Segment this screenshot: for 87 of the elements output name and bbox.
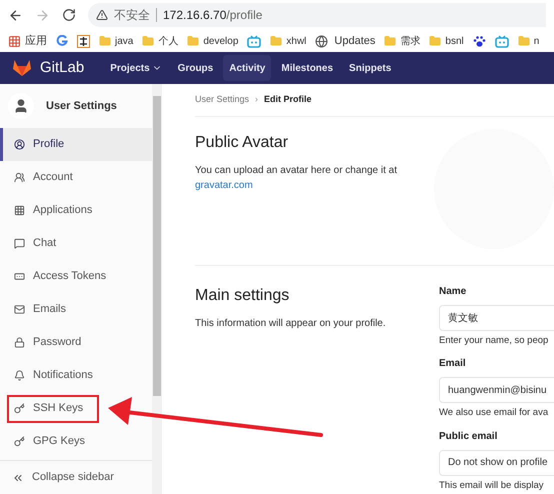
- folder-icon: [384, 35, 396, 47]
- sidebar-label: Applications: [33, 203, 92, 218]
- nav-link[interactable]: Activity: [223, 55, 272, 81]
- sidebar-label: Notifications: [33, 368, 93, 384]
- nav-link[interactable]: Groups: [172, 55, 220, 81]
- field-label: Email: [439, 357, 467, 372]
- user-circle-icon: [14, 139, 25, 150]
- key-icon: [14, 403, 25, 414]
- nav-link[interactable]: Snippets: [343, 55, 398, 81]
- fox-logo-icon: [12, 59, 32, 77]
- section-title: Public Avatar: [195, 133, 290, 153]
- field-label: Name: [439, 285, 468, 299]
- breadcrumb-link[interactable]: User Settings: [195, 93, 250, 107]
- sidebar-title: User Settings: [46, 98, 117, 114]
- sidebar-label: SSH Keys: [33, 401, 84, 416]
- sidebar-item[interactable]: Notifications: [0, 359, 152, 392]
- help-text: Enter your name, so peop: [439, 334, 550, 348]
- key-icon: [14, 436, 25, 447]
- lock-icon: [14, 337, 25, 348]
- brand-name[interactable]: GitLab: [40, 56, 84, 80]
- input-field[interactable]: Do not show on profile: [439, 450, 554, 476]
- tv-icon[interactable]: [247, 34, 262, 48]
- nav-link[interactable]: Milestones: [275, 55, 340, 81]
- address-bar[interactable]: 不安全 172.16.6.70/profile: [88, 3, 546, 27]
- folder-icon: [429, 35, 442, 47]
- section-text: This information will appear on your profile.: [195, 317, 387, 331]
- nav-link[interactable]: Projects: [104, 55, 168, 81]
- avatar: [8, 93, 34, 119]
- email-icon: [14, 304, 25, 315]
- paw-icon[interactable]: [472, 34, 486, 48]
- scrollbar[interactable]: [152, 84, 162, 494]
- bookmark[interactable]: 需求: [400, 34, 420, 48]
- bookmark[interactable]: 应用: [25, 32, 47, 50]
- sidebar-label: Emails: [33, 302, 66, 318]
- sidebar-item[interactable]: Access Tokens: [0, 260, 152, 293]
- sidebar-item[interactable]: Applications: [0, 194, 152, 227]
- bookmark[interactable]: 个人: [158, 34, 178, 48]
- bookmark-icon[interactable]: [77, 34, 90, 48]
- google-icon[interactable]: [56, 35, 68, 47]
- sidebar-item[interactable]: Password: [0, 326, 152, 359]
- tv-icon[interactable]: [494, 34, 509, 48]
- bell-icon: [14, 370, 25, 381]
- breadcrumb-separator: ›: [255, 93, 258, 106]
- field-label: Public email: [439, 430, 498, 444]
- sidebar-item[interactable]: SSH Keys: [0, 392, 152, 425]
- input-field[interactable]: huangwenmin@bisinu: [439, 377, 554, 404]
- warning-icon: [96, 9, 108, 21]
- bookmark[interactable]: n: [534, 34, 540, 48]
- sidebar-item[interactable]: GPG Keys: [0, 425, 152, 458]
- bookmark[interactable]: xhwl: [286, 34, 306, 48]
- sidebar-label: Account: [33, 170, 73, 186]
- apps-icon: [8, 34, 21, 48]
- bookmark[interactable]: Updates: [334, 32, 376, 50]
- folder-icon: [270, 35, 282, 47]
- sidebar-item[interactable]: Account: [0, 161, 152, 194]
- folder-icon: [142, 35, 154, 47]
- section-text: You can upload an avatar here or change it at gravatar.com: [195, 164, 398, 193]
- bookmark[interactable]: develop: [203, 34, 238, 48]
- input-field[interactable]: 黄文敏: [439, 305, 554, 331]
- sidebar-item[interactable]: Emails: [0, 293, 152, 326]
- help-text: This email will be display: [439, 478, 545, 492]
- sidebar-label: GPG Keys: [33, 434, 85, 450]
- folder-icon: [99, 35, 111, 47]
- security-label: 不安全: [114, 7, 150, 24]
- sidebar-label: Access Tokens: [33, 269, 106, 284]
- reload-icon[interactable]: [62, 8, 76, 22]
- chat-icon: [14, 238, 25, 249]
- folder-icon: [187, 35, 200, 47]
- folder-icon: [518, 35, 530, 47]
- gravatar-link[interactable]: gravatar.com: [195, 180, 253, 191]
- sidebar-label: Profile: [33, 137, 64, 152]
- sidebar-item[interactable]: Chat: [0, 227, 152, 260]
- users-icon: [14, 172, 25, 183]
- forward-icon[interactable]: [35, 8, 50, 22]
- section-title: Main settings: [195, 286, 290, 306]
- sidebar-item[interactable]: Profile: [0, 128, 152, 161]
- back-icon[interactable]: [8, 8, 23, 22]
- keyboard-icon: [14, 271, 25, 282]
- url-text: 172.16.6.70/profile: [163, 7, 262, 24]
- sidebar-label: Chat: [33, 236, 56, 252]
- sidebar-label: Password: [33, 335, 82, 350]
- help-text: We also use email for ava: [439, 406, 550, 420]
- breadcrumb-current: Edit Profile: [264, 93, 312, 106]
- globe-icon: [315, 34, 328, 48]
- bookmark[interactable]: java: [115, 34, 134, 48]
- bookmark[interactable]: bsnl: [445, 34, 464, 48]
- grid-icon: [14, 205, 25, 216]
